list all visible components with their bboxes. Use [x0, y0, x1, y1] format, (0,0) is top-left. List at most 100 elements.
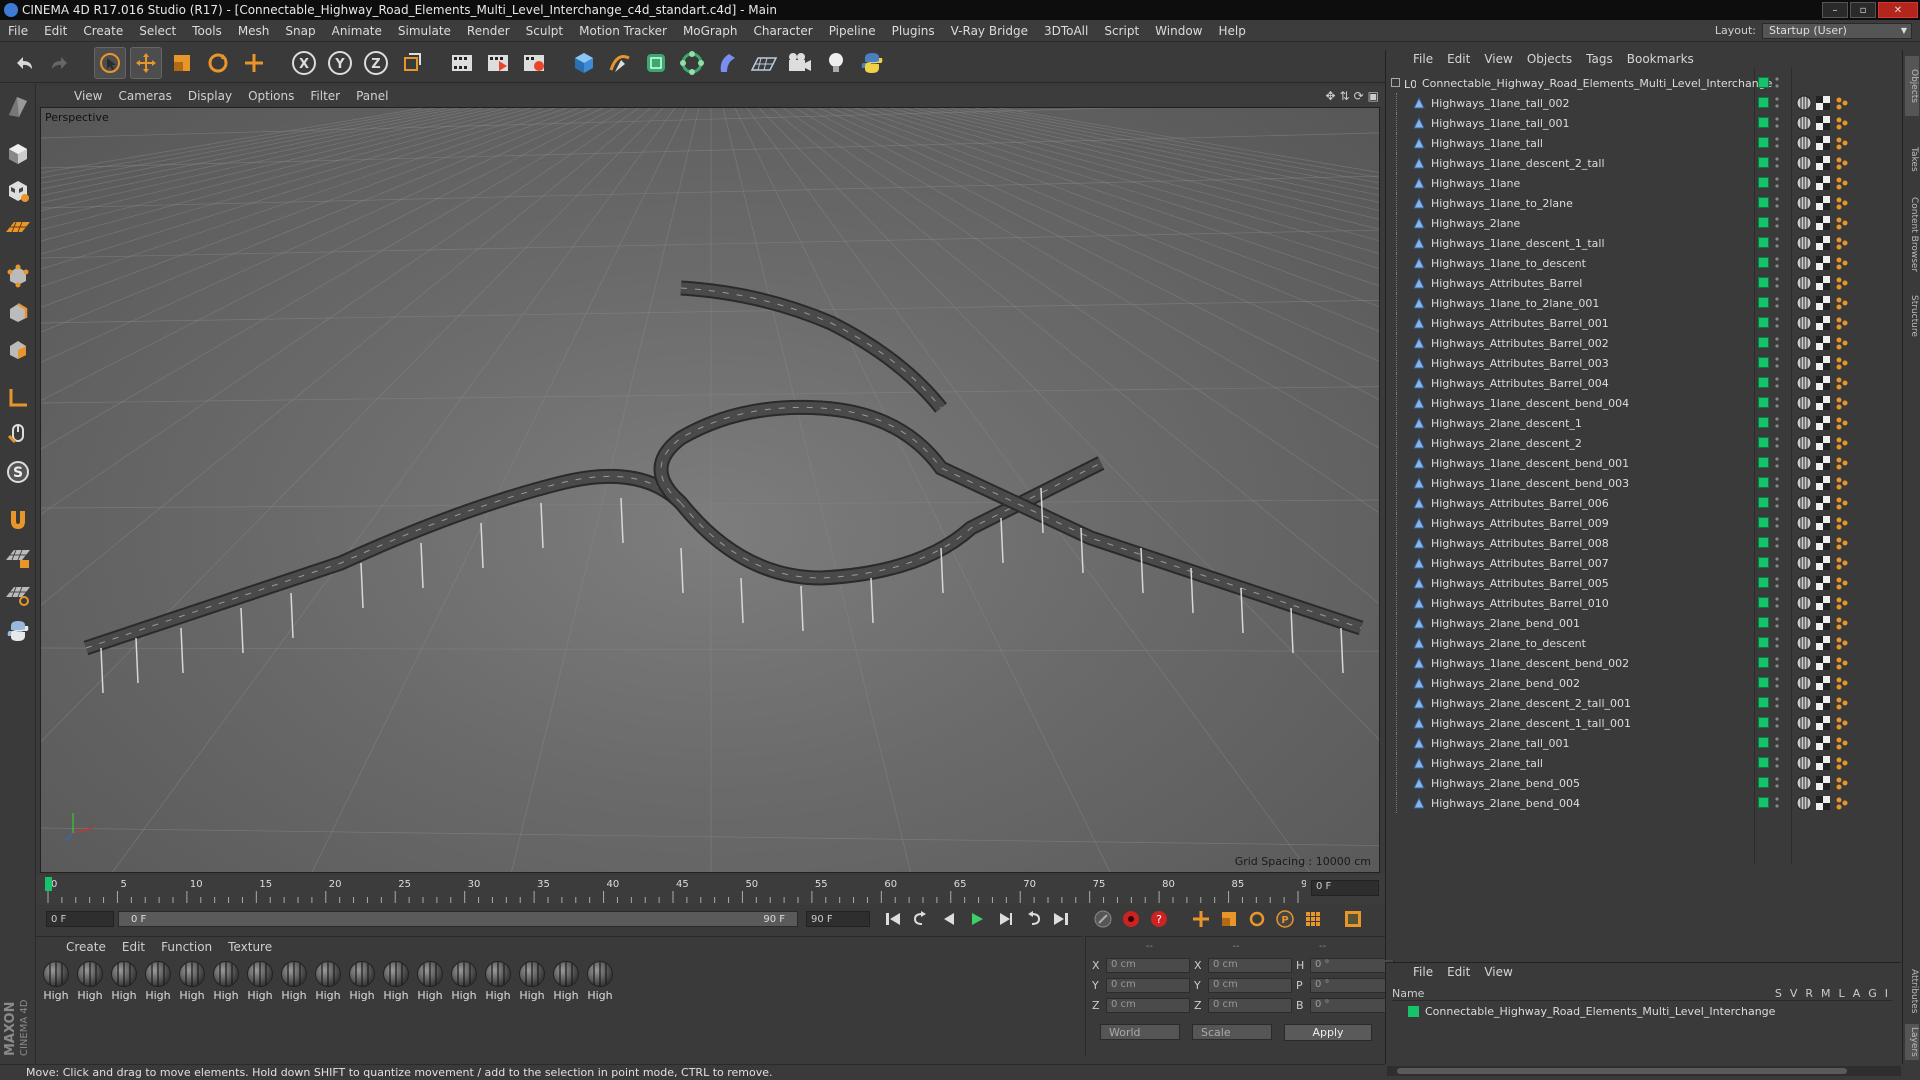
phong-tag-icon[interactable] [1796, 755, 1812, 771]
next-frame-icon[interactable] [993, 908, 1017, 930]
visibility-dots-icon[interactable] [1775, 336, 1779, 350]
visibility-dots-icon[interactable] [1775, 736, 1779, 750]
layer-color-flag[interactable] [1758, 237, 1769, 248]
layer-color-flag[interactable] [1758, 757, 1769, 768]
texture-tag-icon[interactable] [1815, 595, 1831, 611]
phong-tag-icon[interactable] [1796, 515, 1812, 531]
visibility-dots-icon[interactable] [1775, 116, 1779, 130]
menu-file[interactable]: File [0, 24, 36, 38]
menu-3dtoall[interactable]: 3DToAll [1036, 24, 1096, 38]
layer-color-flag[interactable] [1758, 477, 1769, 488]
record-keys-icon[interactable] [1091, 908, 1115, 930]
keyframe-selection-icon[interactable]: ? [1147, 908, 1171, 930]
tab-layers[interactable]: Layers [1905, 1024, 1919, 1060]
layer-color-flag[interactable] [1758, 457, 1769, 468]
visibility-dots-icon[interactable] [1775, 76, 1779, 90]
snap-toggle-icon[interactable]: S [3, 456, 33, 488]
uvw-tag-icon[interactable] [1834, 655, 1850, 671]
material-swatch[interactable]: High [246, 961, 274, 1002]
visibility-dots-icon[interactable] [1775, 136, 1779, 150]
scale-tool-icon[interactable] [166, 47, 198, 79]
tab-objects[interactable]: Objects [1905, 56, 1919, 116]
material-swatch[interactable]: High [416, 961, 444, 1002]
texture-tag-icon[interactable] [1815, 775, 1831, 791]
object-row[interactable]: Highways_1lane_tall [1386, 133, 1902, 153]
texture-tag-icon[interactable] [1815, 255, 1831, 271]
object-row[interactable]: Highways_1lane_descent_2_tall [1386, 153, 1902, 173]
layer-color-flag[interactable] [1758, 417, 1769, 428]
phong-tag-icon[interactable] [1796, 135, 1812, 151]
layer-column-s[interactable]: S [1775, 987, 1782, 1000]
object-row[interactable]: Highways_Attributes_Barrel_009 [1386, 513, 1902, 533]
uvw-tag-icon[interactable] [1834, 575, 1850, 591]
rotation-field[interactable]: 0 ° [1310, 977, 1394, 993]
uvw-tag-icon[interactable] [1834, 615, 1850, 631]
uvw-tag-icon[interactable] [1834, 155, 1850, 171]
live-selection-icon[interactable] [94, 46, 126, 79]
visibility-dots-icon[interactable] [1775, 796, 1779, 810]
object-row-root[interactable]: L0 Connectable_Highway_Road_Elements_Mult… [1386, 73, 1902, 93]
phong-tag-icon[interactable] [1796, 735, 1812, 751]
texture-tag-icon[interactable] [1815, 615, 1831, 631]
phong-tag-icon[interactable] [1796, 115, 1812, 131]
play-forward-icon[interactable] [965, 908, 989, 930]
uvw-tag-icon[interactable] [1834, 515, 1850, 531]
phong-tag-icon[interactable] [1796, 395, 1812, 411]
minimize-button[interactable]: – [1822, 2, 1848, 18]
object-row[interactable]: Highways_Attributes_Barrel_006 [1386, 493, 1902, 513]
viewport-pan-icon[interactable]: ✥ [1325, 89, 1335, 103]
rotate-tool-icon[interactable] [202, 47, 234, 79]
visibility-dots-icon[interactable] [1775, 276, 1779, 290]
texture-tag-icon[interactable] [1815, 455, 1831, 471]
texture-tag-icon[interactable] [1815, 475, 1831, 491]
visibility-dots-icon[interactable] [1775, 376, 1779, 390]
texture-tag-icon[interactable] [1815, 135, 1831, 151]
menu-character[interactable]: Character [745, 24, 820, 38]
menu-select[interactable]: Select [131, 24, 184, 38]
object-row[interactable]: Highways_Attributes_Barrel_004 [1386, 373, 1902, 393]
object-row[interactable]: Highways_Attributes_Barrel_007 [1386, 553, 1902, 573]
layer-color-flag[interactable] [1758, 197, 1769, 208]
om-menu-bookmarks[interactable]: Bookmarks [1620, 52, 1701, 66]
layer-color-flag[interactable] [1758, 557, 1769, 568]
uvw-tag-icon[interactable] [1834, 215, 1850, 231]
object-row[interactable]: Highways_1lane_descent_1_tall [1386, 233, 1902, 253]
visibility-dots-icon[interactable] [1775, 696, 1779, 710]
texture-tag-icon[interactable] [1815, 555, 1831, 571]
visibility-dots-icon[interactable] [1775, 536, 1779, 550]
texture-tag-icon[interactable] [1815, 375, 1831, 391]
material-swatch[interactable]: High [586, 961, 614, 1002]
rotation-field[interactable]: 0 ° [1310, 997, 1394, 1013]
viewport-menu-view[interactable]: View [66, 89, 110, 103]
object-row[interactable]: Highways_2lane_tall [1386, 753, 1902, 773]
layer-color-flag[interactable] [1758, 637, 1769, 648]
material-swatch[interactable]: High [552, 961, 580, 1002]
texture-tag-icon[interactable] [1815, 755, 1831, 771]
phong-tag-icon[interactable] [1796, 95, 1812, 111]
uvw-tag-icon[interactable] [1834, 115, 1850, 131]
current-frame-field[interactable]: 0 F [1311, 880, 1379, 896]
material-menu-create[interactable]: Create [58, 940, 114, 954]
layer-column-l[interactable]: L [1839, 987, 1845, 1000]
texture-tag-icon[interactable] [1815, 735, 1831, 751]
maximize-button[interactable]: ▫ [1850, 2, 1876, 18]
viewport-menu-options[interactable]: Options [240, 89, 302, 103]
y-axis-lock-icon[interactable]: Y [324, 47, 356, 79]
phong-tag-icon[interactable] [1796, 375, 1812, 391]
model-mode-icon[interactable] [3, 138, 33, 170]
subdivision-surface-icon[interactable] [640, 47, 672, 79]
layer-color-flag[interactable] [1758, 377, 1769, 388]
tab-content-browser[interactable]: Content Browser [1905, 190, 1919, 280]
texture-tag-icon[interactable] [1815, 495, 1831, 511]
uvw-tag-icon[interactable] [1834, 275, 1850, 291]
layer-color-flag[interactable] [1758, 277, 1769, 288]
phong-tag-icon[interactable] [1796, 655, 1812, 671]
object-row[interactable]: Highways_2lane_descent_1 [1386, 413, 1902, 433]
object-row[interactable]: Highways_2lane_tall_001 [1386, 733, 1902, 753]
layer-color-flag[interactable] [1758, 337, 1769, 348]
uvw-tag-icon[interactable] [1834, 135, 1850, 151]
go-to-end-icon[interactable] [1049, 908, 1073, 930]
layer-menu-view[interactable]: View [1477, 965, 1519, 979]
viewport-menu-cameras[interactable]: Cameras [110, 89, 179, 103]
om-menu-objects[interactable]: Objects [1520, 52, 1579, 66]
